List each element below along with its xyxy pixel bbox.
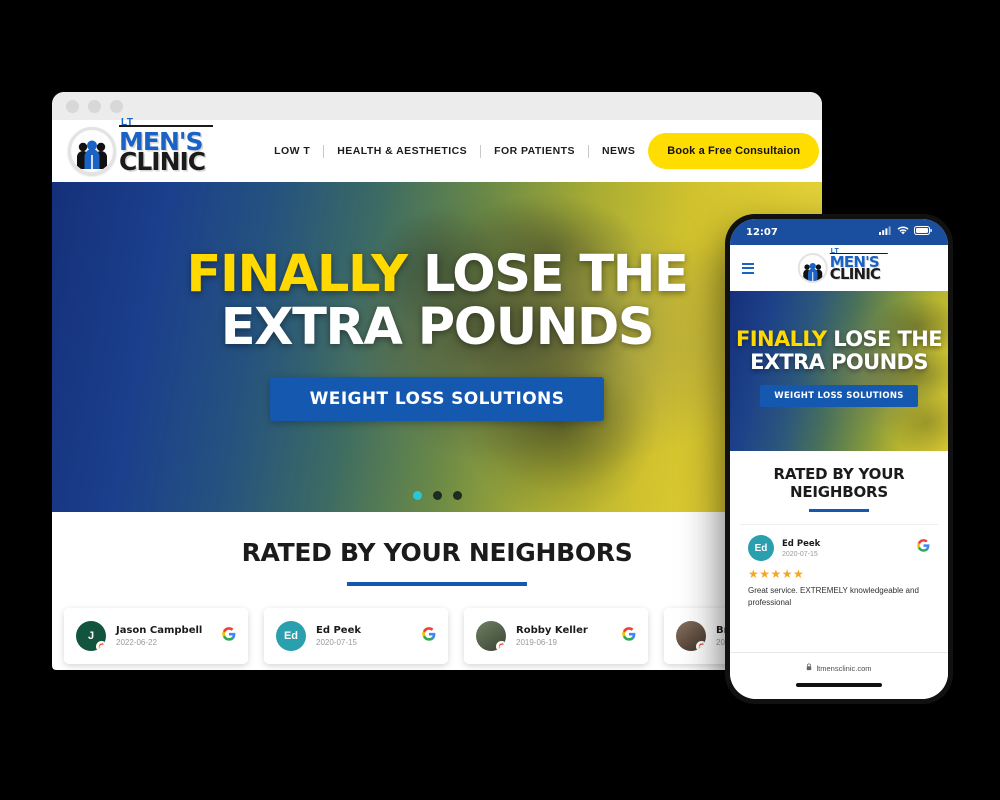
mobile-logo-wordmark: LT MEN'S CLINIC — [829, 248, 888, 283]
reviewer-name: Ed Peek — [782, 538, 821, 549]
hero-banner: FINALLY LOSE THE EXTRA POUNDS WEIGHT LOS… — [52, 182, 822, 512]
nav-item-health-aesthetics[interactable]: HEALTH & AESTHETICS — [324, 145, 480, 157]
window-close-dot[interactable] — [66, 99, 79, 113]
review-card[interactable]: J Jason Campbell 2022-06-22 — [64, 608, 248, 664]
canvas: LT MEN'S CLINIC LOW T HEALTH & AESTHETIC… — [0, 0, 1000, 800]
logo-line-clinic: CLINIC — [119, 146, 206, 176]
site-navbar: LT MEN'S CLINIC LOW T HEALTH & AESTHETIC… — [52, 117, 822, 182]
reviewer-name: Robby Keller — [516, 625, 588, 636]
google-badge-icon — [496, 641, 506, 651]
carousel-dot-3[interactable] — [452, 491, 462, 500]
logo-rule — [829, 252, 888, 254]
avatar: Ed — [748, 535, 774, 561]
carousel-dot-2[interactable] — [432, 491, 442, 500]
wifi-icon — [897, 226, 909, 238]
avatar — [476, 621, 506, 651]
window-minimize-dot[interactable] — [88, 99, 101, 113]
google-icon — [622, 626, 636, 646]
avatar: J — [76, 621, 106, 651]
hero-headline-rest: LOSE THE — [826, 326, 942, 351]
mobile-hero-banner: FINALLY LOSE THE EXTRA POUNDS WEIGHT LOS… — [730, 291, 948, 451]
nav-item-news[interactable]: NEWS — [589, 145, 648, 157]
avatar-initial: J — [87, 630, 95, 642]
nav-item-for-patients[interactable]: FOR PATIENTS — [481, 145, 588, 157]
browser-titlebar — [52, 92, 822, 120]
google-icon — [422, 626, 436, 646]
window-maximize-dot[interactable] — [110, 99, 123, 113]
logo-rule — [119, 124, 213, 127]
weight-loss-solutions-button[interactable]: WEIGHT LOSS SOLUTIONS — [760, 385, 918, 408]
battery-icon — [914, 226, 932, 238]
hero-headline-highlight: FINALLY — [186, 245, 409, 304]
three-people-badge-icon — [68, 127, 116, 175]
carousel-dot-1[interactable] — [412, 491, 422, 500]
logo-wordmark: LT MEN'S CLINIC — [119, 117, 213, 176]
reviewer-name: Jason Campbell — [116, 625, 203, 636]
reviews-title: RATED BY YOUR NEIGHBORS — [241, 538, 633, 567]
mobile-url-bar[interactable]: ltmensclinic.com — [730, 652, 948, 683]
google-icon — [917, 539, 930, 557]
hero-headline: FINALLY LOSE THE EXTRA POUNDS — [187, 249, 689, 357]
hero-headline-line2: EXTRA POUNDS — [750, 350, 928, 374]
avatar — [676, 621, 706, 651]
avatar-initial: Ed — [754, 542, 768, 554]
book-consultation-button[interactable]: Book a Free Consultaion — [648, 133, 820, 169]
review-date: 2020-07-15 — [316, 638, 357, 647]
reviewer-name: Ed Peek — [316, 625, 362, 636]
hero-headline-line2: EXTRA POUNDS — [220, 298, 655, 357]
review-date: 2022-06-22 — [116, 638, 157, 647]
hero-headline-highlight: FINALLY — [736, 326, 827, 351]
url-text: ltmensclinic.com — [816, 663, 872, 673]
google-icon — [222, 626, 236, 646]
review-card[interactable]: Robby Keller 2019-06-19 — [464, 608, 648, 664]
review-date: 2020-07-15 — [782, 550, 818, 558]
review-card[interactable]: Ed Ed Peek 2020-07-15 ★★★★★ Great servic… — [740, 524, 938, 609]
primary-nav: LOW T HEALTH & AESTHETICS FOR PATIENTS N… — [261, 144, 648, 158]
star-rating: ★★★★★ — [748, 567, 805, 581]
logo-line-clinic: CLINIC — [829, 264, 881, 283]
nav-item-low-t[interactable]: LOW T — [261, 145, 323, 157]
review-date: 2019-06-19 — [516, 638, 557, 647]
avatar: Ed — [276, 621, 306, 651]
review-text: Great service. EXTREMELY knowledgeable a… — [748, 586, 919, 607]
google-badge-icon — [696, 641, 706, 651]
review-card[interactable]: Ed Ed Peek 2020-07-15 — [264, 608, 448, 664]
weight-loss-solutions-button[interactable]: WEIGHT LOSS SOLUTIONS — [269, 377, 605, 421]
mobile-home-indicator — [730, 683, 948, 699]
hero-carousel-dots — [52, 491, 822, 500]
reviews-section: RATED BY YOUR NEIGHBORS J Jason Campbell… — [52, 512, 822, 664]
hero-headline-rest: LOSE THE — [406, 245, 689, 304]
google-badge-icon — [96, 641, 106, 651]
desktop-browser-window: LT MEN'S CLINIC LOW T HEALTH & AESTHETIC… — [52, 92, 822, 670]
lock-icon — [806, 663, 812, 673]
mobile-hero-headline: FINALLY LOSE THE EXTRA POUNDS — [736, 326, 943, 374]
avatar-initial: Ed — [283, 630, 299, 642]
signal-bars-icon — [879, 226, 892, 238]
reviews-card-strip: J Jason Campbell 2022-06-22 Ed Ed Peek 2… — [52, 586, 822, 664]
site-logo[interactable]: LT MEN'S CLINIC — [68, 117, 213, 176]
